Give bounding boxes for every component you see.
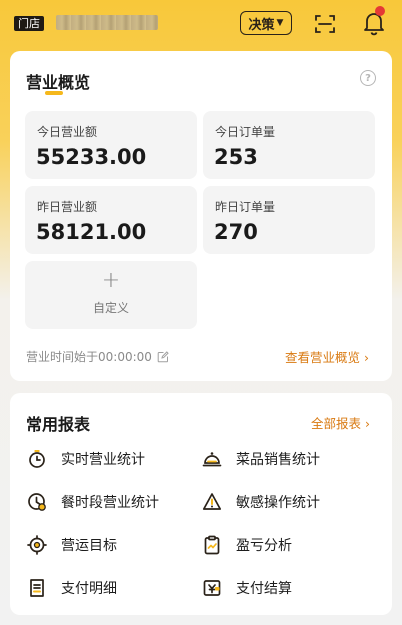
title-underline (45, 91, 63, 95)
report-label: 营运目标 (61, 538, 117, 554)
overview-title: 营业概览 (26, 73, 91, 92)
customize-label: 自定义 (92, 301, 129, 315)
report-label: 菜品销售统计 (236, 452, 320, 468)
view-overview-link[interactable]: 查看营业概览 › (285, 347, 369, 366)
stat-value: 58121.00 (36, 220, 147, 244)
report-label: 实时营业统计 (61, 452, 145, 468)
stat-today-revenue[interactable]: 今日营业额 55233.00 (25, 111, 197, 179)
stat-yesterday-revenue[interactable]: 昨日营业额 58121.00 (25, 186, 197, 254)
wallet-icon (203, 580, 221, 596)
report-label: 支付结算 (236, 581, 292, 597)
report-label: 支付明细 (61, 581, 117, 597)
store-name-redacted[interactable] (56, 15, 158, 30)
report-realtime-business[interactable]: 实时营业统计 (27, 449, 145, 469)
report-label: 餐时段营业统计 (61, 495, 159, 511)
clock-icon (28, 493, 46, 511)
receipt-icon (30, 579, 44, 597)
business-time-text: 营业时间始于00:00:00 (26, 350, 152, 364)
customize-button[interactable]: + 自定义 (25, 261, 197, 329)
store-tag[interactable]: 门店 (14, 16, 44, 31)
stat-label: 今日订单量 (215, 125, 276, 139)
stat-value: 55233.00 (36, 145, 147, 169)
all-reports-link[interactable]: 全部报表 › (311, 413, 370, 432)
target-icon (27, 535, 47, 555)
stat-label: 昨日营业额 (37, 200, 98, 214)
notification-badge (375, 6, 385, 16)
timer-icon (29, 450, 45, 468)
stat-value: 253 (214, 145, 258, 169)
business-time: 营业时间始于00:00:00 (26, 348, 169, 365)
edit-icon[interactable] (157, 350, 169, 363)
report-sensitive-ops[interactable]: 敏感操作统计 (202, 492, 320, 512)
report-profit-loss[interactable]: 盈亏分析 (202, 535, 292, 555)
report-payment-details[interactable]: 支付明细 (27, 578, 117, 598)
help-icon[interactable]: ? (360, 70, 376, 86)
stat-label: 昨日订单量 (215, 200, 276, 214)
stat-value: 270 (214, 220, 258, 244)
report-label: 敏感操作统计 (236, 495, 320, 511)
stat-today-orders[interactable]: 今日订单量 253 (203, 111, 375, 179)
plus-icon: + (101, 268, 121, 293)
decision-label: 决策 (248, 17, 275, 33)
warning-icon (202, 493, 222, 510)
top-bar: 门店 决策 ▼ (0, 0, 402, 48)
reports-title: 常用报表 (26, 415, 91, 434)
scan-icon[interactable] (313, 12, 337, 36)
report-label: 盈亏分析 (236, 538, 292, 554)
business-overview-card: 营业概览 ? 今日营业额 55233.00 今日订单量 253 昨日营业额 58… (10, 51, 392, 381)
report-dish-sales[interactable]: 菜品销售统计 (202, 449, 320, 469)
stat-label: 今日营业额 (37, 125, 98, 139)
decision-button[interactable]: 决策 ▼ (240, 11, 292, 35)
caret-down-icon: ▼ (276, 18, 284, 28)
common-reports-card: 常用报表 全部报表 › 实时营业统计 菜品销售统计 餐时段营业统计 敏感操作统计… (10, 393, 392, 615)
report-payment-settlement[interactable]: 支付结算 (202, 578, 292, 598)
dish-cover-icon (202, 452, 222, 467)
clipboard-chart-icon (204, 535, 220, 555)
stat-yesterday-orders[interactable]: 昨日订单量 270 (203, 186, 375, 254)
report-operation-target[interactable]: 营运目标 (27, 535, 117, 555)
report-meal-period[interactable]: 餐时段营业统计 (27, 492, 159, 512)
